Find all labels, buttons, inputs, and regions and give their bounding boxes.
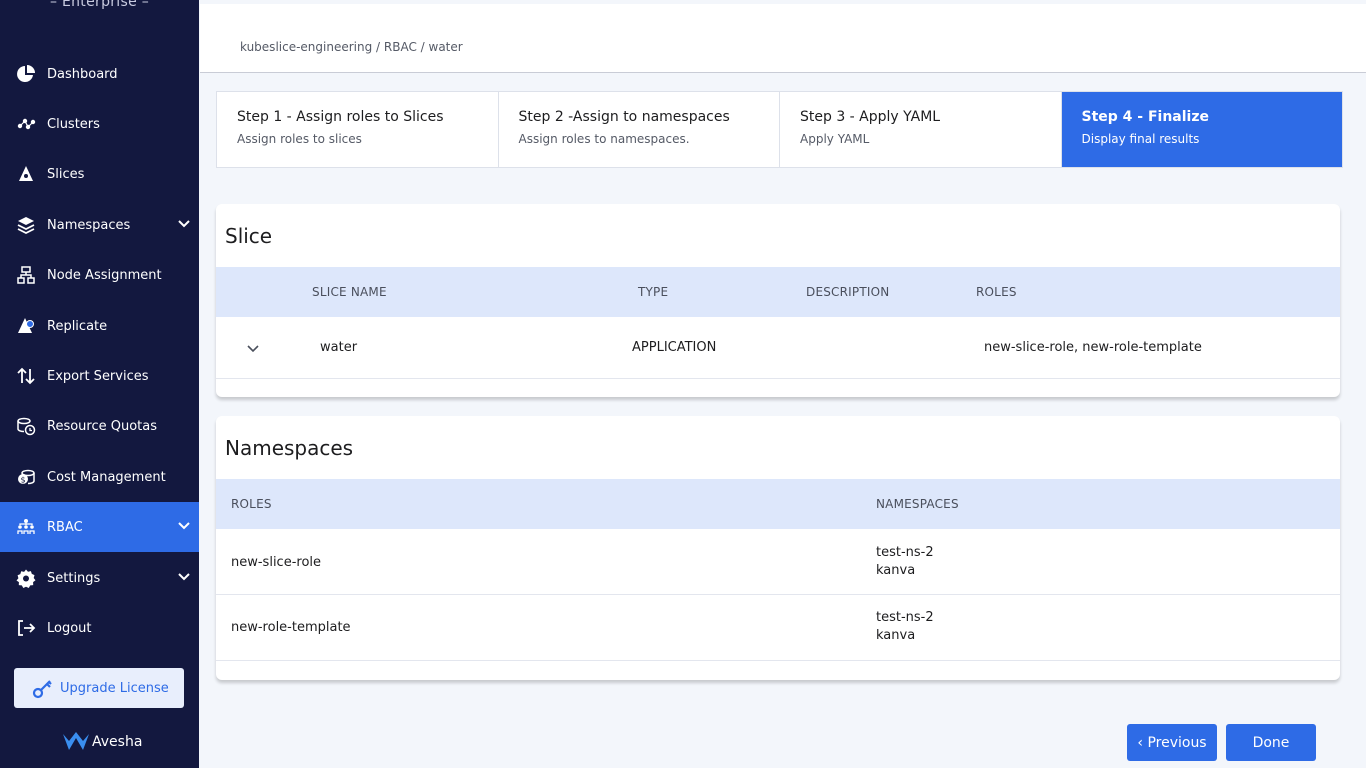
namespaces-card: Namespaces ROLES NAMESPACES new-slice-ro… xyxy=(216,416,1340,680)
coins-clock-icon xyxy=(16,416,36,436)
step-1[interactable]: Step 1 - Assign roles to Slices Assign r… xyxy=(217,92,499,167)
chevron-down-icon xyxy=(178,522,190,530)
svg-text:$: $ xyxy=(20,476,25,485)
avesha-logo: Avesha xyxy=(62,731,142,753)
slice-type-cell: APPLICATION xyxy=(632,340,717,355)
step-title: Step 3 - Apply YAML xyxy=(800,109,941,125)
chevron-down-icon xyxy=(178,220,190,228)
sidebar-item-logout[interactable]: Logout xyxy=(0,603,199,653)
sidebar-item-label: Cost Management xyxy=(47,469,166,485)
sidebar-item-label: Slices xyxy=(47,166,85,182)
logout-icon xyxy=(16,618,36,638)
chevron-down-icon[interactable] xyxy=(244,339,262,357)
slice-card: Slice SLICE NAME TYPE DESCRIPTION ROLES … xyxy=(216,204,1340,397)
slice-name-cell: water xyxy=(320,340,358,355)
sidebar-item-rbac[interactable]: RBAC xyxy=(0,502,199,552)
sidebar-item-label: Export Services xyxy=(47,368,149,384)
sidebar-item-label: Dashboard xyxy=(47,66,118,82)
sidebar-item-label: Clusters xyxy=(47,116,100,132)
sidebar-item-label: Resource Quotas xyxy=(47,418,158,434)
step-description: Display final results xyxy=(1081,132,1200,146)
namespace-cell: kanva xyxy=(876,563,916,578)
step-description: Assign roles to slices xyxy=(237,132,362,146)
rbac-people-icon xyxy=(16,517,36,537)
table-row: water APPLICATION new-slice-role, new-ro… xyxy=(216,317,1340,379)
gear-icon xyxy=(16,568,36,588)
sidebar-item-replicate[interactable]: Replicate xyxy=(0,301,199,351)
upgrade-license-label: Upgrade License xyxy=(60,680,169,696)
step-2[interactable]: Step 2 -Assign to namespaces Assign role… xyxy=(499,92,780,167)
namespace-cell: kanva xyxy=(876,628,916,643)
arrows-updown-icon xyxy=(16,366,36,386)
cost-coins-icon: $ xyxy=(16,467,36,487)
step-description: Apply YAML xyxy=(800,132,870,146)
page-header: kubeslice-engineering / RBAC / water xyxy=(200,4,1366,73)
column-header-roles: ROLES xyxy=(976,285,1017,299)
column-header-roles: ROLES xyxy=(231,497,272,511)
cluster-nodes-icon xyxy=(16,114,36,134)
sidebar-item-label: Logout xyxy=(47,620,92,636)
avesha-crown-icon xyxy=(63,732,89,750)
role-cell: new-role-template xyxy=(231,620,351,635)
chevron-down-icon xyxy=(178,573,190,581)
slice-table-header: SLICE NAME TYPE DESCRIPTION ROLES xyxy=(216,267,1340,317)
sidebar-item-export-services[interactable]: Export Services xyxy=(0,351,199,401)
key-icon xyxy=(32,680,52,699)
replicate-icon xyxy=(16,316,36,336)
step-3[interactable]: Step 3 - Apply YAML Apply YAML xyxy=(780,92,1062,167)
sidebar-item-label: Settings xyxy=(47,570,101,586)
step-title: Step 1 - Assign roles to Slices xyxy=(237,109,444,125)
layers-icon xyxy=(16,215,36,235)
brand-subtitle: – Enterprise – xyxy=(49,0,150,10)
step-description: Assign roles to namespaces. xyxy=(518,132,690,146)
namespace-cell: test-ns-2 xyxy=(876,545,934,560)
slice-icon xyxy=(16,164,36,184)
sidebar-item-settings[interactable]: Settings xyxy=(0,553,199,603)
namespaces-section-title: Namespaces xyxy=(225,436,354,460)
column-header-namespaces: NAMESPACES xyxy=(876,497,959,511)
sidebar-item-label: Replicate xyxy=(47,318,108,334)
column-header-slice-name: SLICE NAME xyxy=(312,285,387,299)
slice-section-title: Slice xyxy=(225,224,273,248)
sidebar-item-dashboard[interactable]: Dashboard xyxy=(0,49,199,99)
done-button[interactable]: Done xyxy=(1226,724,1316,761)
pie-chart-icon xyxy=(16,64,36,84)
slice-roles-cell: new-slice-role, new-role-template xyxy=(984,340,1202,355)
sidebar-item-cost-management[interactable]: $ Cost Management xyxy=(0,452,199,502)
sidebar-item-slices[interactable]: Slices xyxy=(0,149,199,199)
role-cell: new-slice-role xyxy=(231,555,322,570)
sidebar-item-node-assignment[interactable]: Node Assignment xyxy=(0,250,199,300)
sitemap-icon xyxy=(16,265,36,285)
previous-button[interactable]: ‹ Previous xyxy=(1127,724,1217,761)
namespace-cell: test-ns-2 xyxy=(876,610,934,625)
upgrade-license-button[interactable]: Upgrade License xyxy=(14,668,184,708)
sidebar-item-namespaces[interactable]: Namespaces xyxy=(0,200,199,250)
stepper: Step 1 - Assign roles to Slices Assign r… xyxy=(216,91,1343,168)
step-4[interactable]: Step 4 - Finalize Display final results xyxy=(1061,92,1342,167)
table-row: new-slice-role test-ns-2 kanva xyxy=(216,529,1340,595)
breadcrumb[interactable]: kubeslice-engineering / RBAC / water xyxy=(240,40,463,54)
column-header-description: DESCRIPTION xyxy=(806,285,890,299)
namespaces-table-header: ROLES NAMESPACES xyxy=(216,479,1340,529)
sidebar-item-clusters[interactable]: Clusters xyxy=(0,99,199,149)
table-row: new-role-template test-ns-2 kanva xyxy=(216,595,1340,661)
step-title: Step 4 - Finalize xyxy=(1081,109,1209,125)
sidebar-item-label: Node Assignment xyxy=(47,267,162,283)
logo-text: Avesha xyxy=(92,734,143,750)
sidebar-item-label: RBAC xyxy=(47,519,83,535)
sidebar: – Enterprise – Dashboard Clusters Slices… xyxy=(0,0,199,768)
column-header-type: TYPE xyxy=(638,285,669,299)
step-title: Step 2 -Assign to namespaces xyxy=(518,109,730,125)
sidebar-item-label: Namespaces xyxy=(47,217,131,233)
sidebar-item-resource-quotas[interactable]: Resource Quotas xyxy=(0,401,199,451)
